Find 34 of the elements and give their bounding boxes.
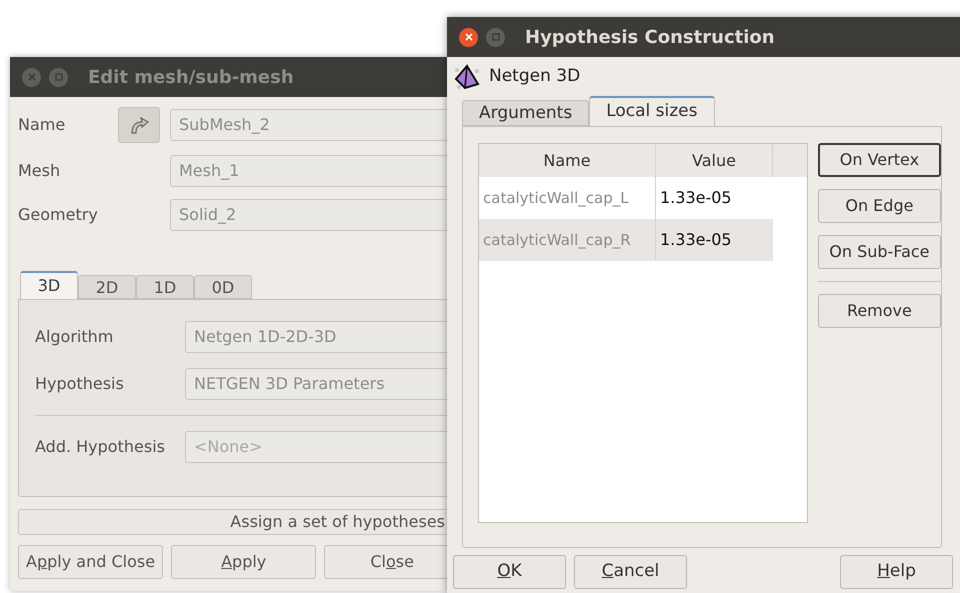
field-label: Hypothesis	[35, 373, 125, 395]
close-icon[interactable]	[459, 28, 478, 46]
side-button[interactable]: Remove	[818, 294, 941, 328]
tab[interactable]: 2D	[78, 275, 136, 299]
maximize-icon[interactable]	[49, 68, 68, 86]
dialog-button[interactable]: Apply and Close	[18, 545, 164, 579]
dialog-button[interactable]: Apply	[171, 545, 316, 579]
field-label: Geometry	[18, 204, 99, 226]
field-label: Algorithm	[35, 326, 114, 348]
side-button[interactable]: On Vertex	[818, 143, 941, 177]
dialog-button[interactable]: Help	[840, 555, 953, 589]
tab[interactable]: Arguments	[462, 100, 590, 126]
field-label: Mesh	[18, 160, 62, 182]
window-title: Hypothesis Construction	[525, 26, 775, 50]
tab[interactable]: 3D	[20, 271, 78, 299]
dialog-button[interactable]: Close	[324, 545, 447, 579]
tab[interactable]: 0D	[194, 275, 252, 299]
tetrahedron-icon	[453, 64, 481, 90]
maximize-icon[interactable]	[486, 28, 505, 46]
table-cell: catalyticWall_cap_R	[479, 219, 656, 261]
side-button[interactable]: On Edge	[818, 189, 941, 223]
field-label: Name	[18, 114, 66, 136]
tab[interactable]: 1D	[136, 275, 194, 299]
algorithm-name: Netgen 3D	[489, 65, 580, 88]
table-cell-text: 1.33e-05	[659, 187, 733, 209]
field-label: Add. Hypothesis	[35, 436, 166, 458]
side-button[interactable]: On Sub-Face	[818, 235, 941, 269]
tab[interactable]: Local sizes	[589, 96, 714, 126]
table-cell-text: 1.33e-05	[659, 229, 733, 251]
dialog-button[interactable]: Cancel	[574, 555, 687, 589]
assign-hypotheses-button[interactable]: Assign a set of hypotheses	[18, 509, 447, 535]
window-title: Edit mesh/sub-mesh	[88, 66, 294, 90]
dialog-button[interactable]: OK	[453, 555, 566, 589]
selection-button[interactable]	[118, 107, 160, 143]
